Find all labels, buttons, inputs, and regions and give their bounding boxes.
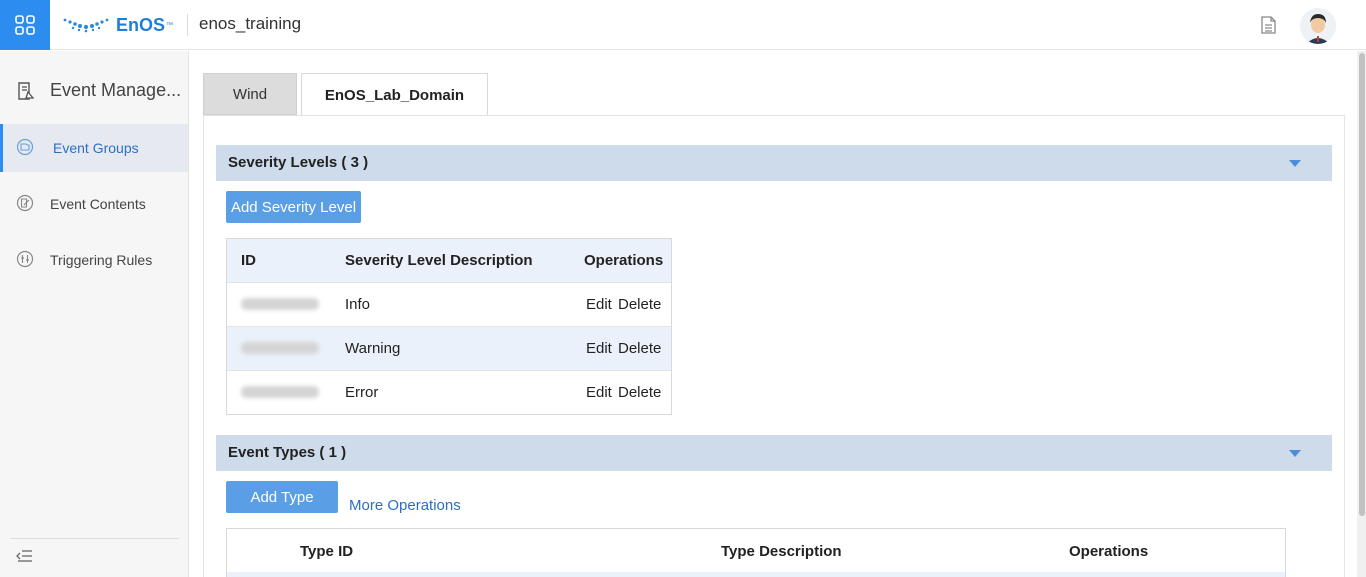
sidebar-item-triggering-rules[interactable]: Triggering Rules [0, 236, 188, 284]
sidebar-title: Event Manage... [50, 80, 182, 100]
sidebar-divider [10, 538, 179, 539]
severity-description: Error [345, 384, 379, 401]
app-grid-button[interactable] [0, 0, 50, 50]
tab-enos-lab-domain[interactable]: EnOS_Lab_Domain [301, 73, 488, 116]
enos-logo[interactable]: EnOS ™ [62, 12, 173, 38]
event-types-table: Type ID Type Description Operations [226, 528, 1286, 577]
event-management-icon [18, 82, 35, 100]
edit-link[interactable]: Edit [586, 384, 612, 401]
delete-link[interactable]: Delete [618, 340, 661, 357]
user-avatar[interactable] [1300, 8, 1336, 44]
severity-description: Info [345, 296, 371, 313]
column-header: Type ID [300, 543, 354, 560]
sidebar-item-event-groups[interactable]: Event Groups [0, 124, 188, 172]
document-icon[interactable] [1258, 15, 1278, 35]
severity-levels-table: ID Severity Level Description Operations… [226, 238, 672, 415]
caret-down-icon[interactable] [1289, 160, 1301, 167]
sidebar-item-label: Triggering Rules [50, 252, 153, 268]
main-content: Wind EnOS_Lab_Domain Severity Levels ( 3… [189, 51, 1355, 577]
section-title: Event Types ( 1 ) [228, 444, 347, 461]
tab-wind[interactable]: Wind [203, 73, 297, 115]
sidebar-item-label: Event Contents [50, 196, 146, 212]
table-header: ID Severity Level Description Operations [227, 239, 671, 283]
column-header: ID [241, 252, 256, 269]
org-name[interactable]: enos_training [199, 14, 301, 34]
user-avatar-icon [1300, 8, 1336, 44]
severity-levels-section-header[interactable]: Severity Levels ( 3 ) [216, 145, 1332, 181]
top-bar: EnOS ™ enos_training [0, 0, 1366, 50]
logo-wave-icon [63, 18, 109, 33]
grid-icon [15, 15, 35, 35]
caret-down-icon[interactable] [1289, 450, 1301, 457]
triggering-rules-icon [16, 250, 34, 268]
collapse-sidebar-icon[interactable] [16, 548, 34, 564]
logo-text: EnOS [116, 14, 166, 35]
delete-link[interactable]: Delete [618, 384, 661, 401]
event-groups-icon [16, 138, 34, 156]
add-type-button[interactable]: Add Type [226, 481, 338, 513]
scrollbar-thumb[interactable] [1359, 53, 1365, 516]
blurred-id [241, 386, 319, 398]
table-row: Warning Edit Delete [227, 327, 671, 371]
add-severity-level-button[interactable]: Add Severity Level [226, 191, 361, 223]
blurred-id [241, 298, 319, 310]
severity-description: Warning [345, 340, 401, 357]
sidebar-item-event-contents[interactable]: Event Contents [0, 180, 188, 228]
sidebar: Event Manage... Event Groups Event Conte… [0, 51, 189, 577]
column-header: Operations [584, 252, 664, 269]
header-divider [187, 14, 188, 36]
sidebar-item-label: Event Groups [53, 140, 139, 156]
table-header: Type ID Type Description Operations [227, 529, 1285, 572]
event-contents-icon [16, 194, 34, 212]
column-header: Type Description [721, 543, 842, 560]
edit-link[interactable]: Edit [586, 296, 612, 313]
section-title: Severity Levels ( 3 ) [228, 154, 369, 171]
column-header: Severity Level Description [345, 252, 533, 269]
table-row: Error Edit Delete [227, 371, 671, 415]
sidebar-header: Event Manage... [0, 73, 189, 109]
edit-link[interactable]: Edit [586, 340, 612, 357]
more-operations-link[interactable]: More Operations [349, 497, 461, 514]
blurred-id [241, 342, 319, 354]
column-header: Operations [1069, 543, 1149, 560]
delete-link[interactable]: Delete [618, 296, 661, 313]
vertical-scrollbar[interactable] [1357, 51, 1366, 577]
logo-trademark: ™ [166, 21, 174, 29]
table-row [227, 572, 1285, 577]
table-row: Info Edit Delete [227, 283, 671, 327]
event-types-section-header[interactable]: Event Types ( 1 ) [216, 435, 1332, 471]
